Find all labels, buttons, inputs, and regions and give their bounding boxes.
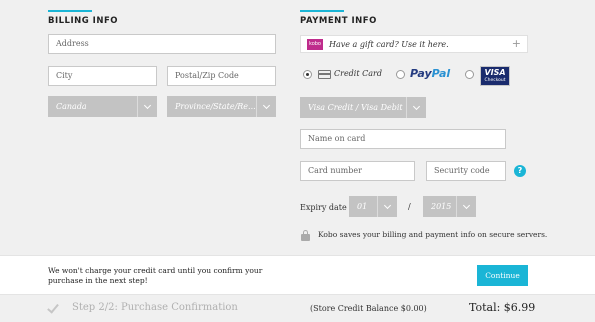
chevron-down-icon [137, 96, 157, 117]
step-label: Step 2/2: Purchase Confirmation [72, 302, 238, 313]
payment-accent-bar [300, 10, 344, 12]
province-select[interactable]: Province/State/Re... [167, 96, 276, 117]
order-total: Total: $6.99 [469, 301, 536, 314]
billing-heading: BILLING INFO [48, 16, 118, 26]
billing-section: BILLING INFO Address City Postal/Zip Cod… [48, 0, 276, 117]
payment-heading: PAYMENT INFO [300, 16, 377, 26]
card-number-input[interactable]: Card number [300, 161, 415, 181]
expiry-year-value: 2015 [431, 202, 452, 211]
check-icon [47, 301, 59, 314]
chevron-down-icon [256, 96, 276, 117]
help-icon[interactable]: ? [514, 165, 526, 177]
expiry-year-select[interactable]: 2015 [423, 196, 476, 217]
country-select[interactable]: Canada [48, 96, 157, 117]
footer: Step 2/2: Purchase Confirmation (Store C… [0, 296, 595, 322]
billing-accent-bar [48, 10, 92, 12]
chevron-down-icon [456, 196, 476, 217]
credit-card-icon [318, 70, 331, 79]
country-select-value: Canada [56, 102, 87, 111]
credit-card-radio[interactable] [303, 70, 312, 79]
secure-servers-text: Kobo saves your billing and payment info… [318, 230, 548, 239]
gift-card-text: Have a gift card? Use it here. [329, 40, 449, 49]
chevron-down-icon [406, 97, 426, 118]
plus-icon[interactable]: + [512, 36, 521, 52]
lock-icon [301, 230, 310, 241]
paypal-radio[interactable] [396, 70, 405, 79]
notice-bar: We won't charge your credit card until y… [0, 255, 595, 295]
name-on-card-input[interactable]: Name on card [300, 129, 506, 149]
gift-card-row[interactable]: kobo Have a gift card? Use it here. + [300, 35, 528, 53]
chevron-down-icon [377, 196, 397, 217]
expiry-month-value: 01 [357, 202, 368, 211]
kobo-logo-icon: kobo [307, 39, 323, 50]
card-type-select-value: Visa Credit / Visa Debit [308, 103, 403, 112]
notice-text: We won't charge your credit card until y… [48, 266, 263, 285]
payment-section: PAYMENT INFO kobo Have a gift card? Use … [300, 0, 547, 241]
expiry-month-select[interactable]: 01 [349, 196, 397, 217]
security-code-input[interactable]: Security code [426, 161, 506, 181]
expiry-label: Expiry date [300, 203, 347, 212]
paypal-logo[interactable]: PayPal [410, 67, 450, 80]
visa-checkout-logo[interactable]: VISA Checkout [480, 66, 510, 86]
store-credit-balance: (Store Credit Balance $0.00) [310, 304, 427, 313]
province-select-value: Province/State/Re... [175, 102, 256, 111]
city-input[interactable]: City [48, 66, 157, 86]
expiry-separator: / [408, 202, 411, 211]
address-input[interactable]: Address [48, 34, 276, 54]
credit-card-label[interactable]: Credit Card [334, 68, 382, 80]
visa-checkout-radio[interactable] [465, 70, 474, 79]
postal-code-input[interactable]: Postal/Zip Code [167, 66, 276, 86]
card-type-select[interactable]: Visa Credit / Visa Debit [300, 97, 426, 118]
continue-button[interactable]: Continue [477, 265, 528, 286]
